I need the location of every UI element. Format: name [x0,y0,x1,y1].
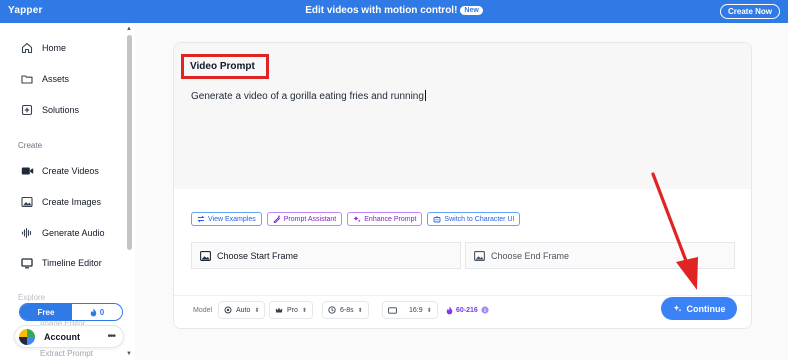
start-frame-label: Choose Start Frame [217,250,299,261]
sidebar-item-assets[interactable]: Assets [20,70,69,88]
sidebar-item-label: Timeline Editor [42,258,102,268]
plan-free-label[interactable]: Free [20,304,72,320]
account-menu[interactable]: Account ••• [14,325,124,348]
robot-icon [433,215,441,223]
flame-icon [446,306,453,315]
prompt-assistant-button[interactable]: Prompt Assistant [266,212,343,226]
sidebar-item-label: Create Images [42,197,102,207]
duration-select[interactable]: 6-8s ⬍ [322,301,369,319]
sidebar-item-label: Generate Audio [42,228,105,238]
image-icon [474,250,485,261]
sidebar-item-create-images[interactable]: Create Images [20,193,101,211]
quality-select[interactable]: Pro ⬍ [269,301,313,319]
sidebar-item-label: Home [42,43,67,53]
sidebar-item-home[interactable]: Home [20,39,66,57]
sidebar-item-generate-audio[interactable]: Generate Audio [20,224,105,242]
select-arrows-icon: ⬍ [254,307,260,314]
swap-icon [197,215,205,223]
top-banner: Yapper Edit videos with motion control! N… [0,0,788,23]
promo-banner-text: Edit videos with motion control! [305,5,458,16]
account-label: Account [44,331,80,342]
flame-icon [90,308,97,317]
main-content: Video Prompt Generate a video of a goril… [135,23,788,360]
section-label-explore: Explore [18,293,46,302]
monitor-icon [20,256,34,270]
sidebar-item-solutions[interactable]: Solutions [20,101,79,119]
enhance-prompt-button[interactable]: Enhance Prompt [347,212,423,226]
section-label-create: Create [18,141,43,150]
quality-value: Pro [287,306,298,314]
text-caret [424,90,426,101]
crown-icon [275,306,283,314]
chip-icon [224,306,232,314]
create-now-button[interactable]: Create Now [719,4,780,19]
enhance-prompt-label: Enhance Prompt [364,215,417,223]
credits-cost: 60-216 [446,301,489,319]
credits-count: 0 [99,307,105,317]
switch-character-ui-button[interactable]: Switch to Character UI [427,212,521,226]
choose-start-frame-button[interactable]: Choose Start Frame [191,242,461,269]
prompt-text: Generate a video of a gorilla eating fri… [191,91,424,102]
sidebar-scrollbar[interactable] [127,35,132,250]
switch-character-ui-label: Switch to Character UI [444,215,515,223]
audio-wave-icon [20,226,34,240]
select-arrows-icon: ⬍ [426,307,432,314]
sparkle-icon [353,215,361,223]
sparkle-icon [673,304,682,313]
sidebar: Home Assets Solutions Create Create Vide… [0,23,135,360]
prompt-actions: View Examples Prompt Assistant Enhance P… [191,212,521,226]
view-examples-label: View Examples [208,215,256,223]
prompt-input-value[interactable]: Generate a video of a gorilla eating fri… [191,90,426,102]
sidebar-item-create-videos[interactable]: Create Videos [20,162,99,180]
end-frame-label: Choose End Frame [491,250,570,261]
scroll-up-arrow-icon[interactable]: ▲ [126,26,132,32]
scroll-down-arrow-icon[interactable]: ▼ [126,351,132,357]
model-select[interactable]: Auto ⬍ [218,301,266,319]
video-prompt-title: Video Prompt [190,61,255,72]
video-prompt-title-highlight: Video Prompt [181,54,269,79]
image-icon [20,195,34,209]
info-icon[interactable] [481,306,489,314]
credits-counter[interactable]: 0 [72,304,122,320]
select-arrows-icon: ⬍ [357,307,363,314]
model-label: Model [193,306,213,314]
sidebar-item-label: Assets [42,74,70,84]
plan-toggle[interactable]: Free 0 [19,303,123,321]
view-examples-button[interactable]: View Examples [191,212,262,226]
image-icon [200,250,211,261]
sidebar-item-label: Solutions [42,105,80,115]
promo-banner[interactable]: Edit videos with motion control! New [0,5,788,16]
credits-range-value: 60-216 [456,306,478,314]
continue-button[interactable]: Continue [661,297,737,320]
folder-icon [20,72,34,86]
model-value: Auto [236,306,251,314]
aspect-ratio-select[interactable]: 16:9 ⬍ [382,301,438,319]
avatar [19,328,35,345]
plus-square-icon [20,103,34,117]
video-prompt-card: Video Prompt Generate a video of a goril… [173,42,752,329]
aspect-ratio-icon [388,306,397,314]
clock-icon [328,306,336,314]
home-icon [20,41,34,55]
more-options-icon[interactable]: ••• [107,331,115,342]
sidebar-item-timeline-editor[interactable]: Timeline Editor [20,254,102,272]
aspect-ratio-value: 16:9 [409,306,423,314]
choose-end-frame-button[interactable]: Choose End Frame [465,242,735,269]
prompt-assistant-label: Prompt Assistant [283,215,337,223]
select-arrows-icon: ⬍ [301,307,307,314]
new-badge: New [460,6,483,15]
sparkle-pen-icon [273,215,281,223]
video-camera-icon [20,164,34,178]
continue-label: Continue [686,303,726,314]
duration-value: 6-8s [340,306,354,314]
sidebar-item-label: Create Videos [42,166,99,176]
